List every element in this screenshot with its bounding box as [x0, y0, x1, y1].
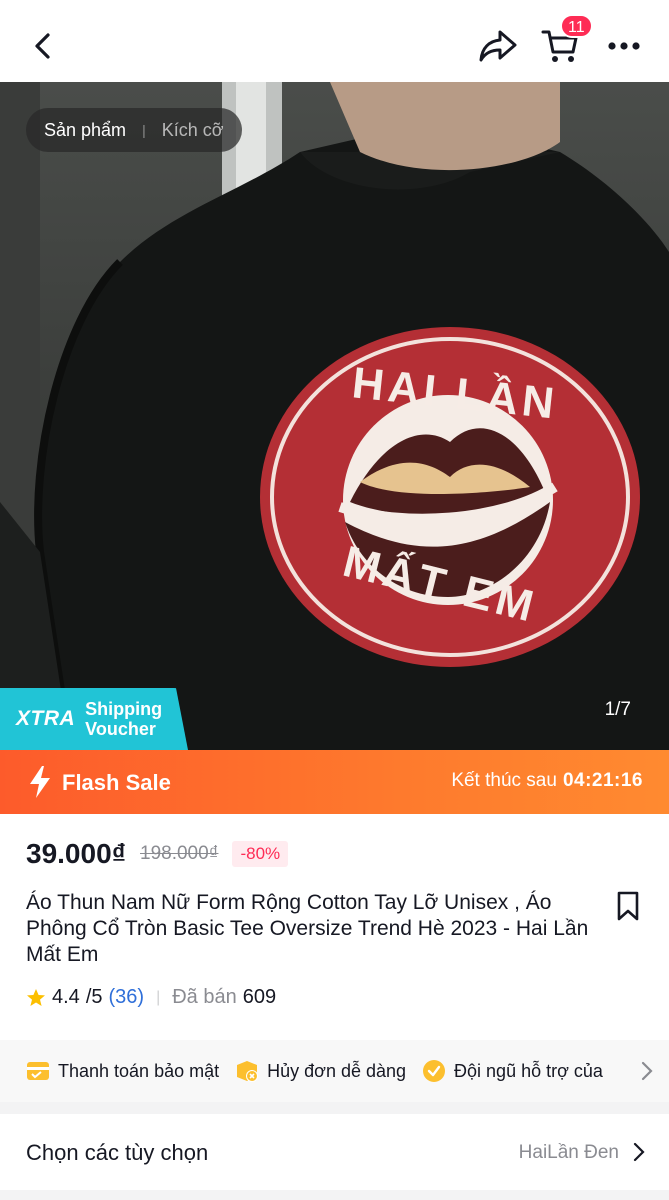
product-photo — [0, 82, 669, 750]
star-icon — [27, 988, 45, 1006]
lightning-icon — [30, 766, 50, 798]
original-price: 198.000₫ — [140, 843, 219, 864]
share-button[interactable] — [474, 22, 522, 70]
guarantee-secure-payment: Thanh toán bảo mật — [26, 1060, 219, 1082]
variant-selector-label: Chọn các tùy chọn — [26, 1140, 209, 1165]
product-title: Áo Thun Nam Nữ Form Rộng Cotton Tay Lỡ U… — [26, 891, 589, 966]
flash-sale-countdown: Kết thúc sau 04:21:16 — [451, 770, 643, 792]
xtra-logo: XTRA — [16, 707, 76, 730]
back-button[interactable] — [20, 22, 68, 70]
review-count[interactable]: (36) — [109, 986, 145, 1009]
image-counter: 1/7 — [604, 699, 631, 720]
share-icon — [479, 30, 517, 62]
more-icon — [608, 42, 640, 50]
variant-selector-row[interactable]: Chọn các tùy chọn HaiLần Đen — [0, 1114, 669, 1190]
cancel-box-icon — [237, 1061, 259, 1082]
xtra-line-2: Voucher — [85, 719, 156, 739]
section-divider — [0, 1102, 669, 1114]
xtra-shipping-voucher-badge: XTRA Shipping Voucher — [0, 688, 188, 750]
rating-divider: | — [156, 988, 161, 1006]
flash-sale-banner: Flash Sale Kết thúc sau 04:21:16 — [0, 750, 669, 814]
top-bar: 11 — [0, 0, 669, 82]
bookmark-icon[interactable] — [612, 890, 644, 922]
guarantee-label: Hủy đơn dễ dàng — [267, 1060, 407, 1081]
guarantee-label: Đội ngũ hỗ trợ của — [454, 1060, 603, 1081]
support-check-icon — [423, 1060, 446, 1082]
cart-button[interactable]: 11 — [536, 14, 593, 70]
cart-count-badge: 11 — [560, 14, 593, 38]
price-row: 39.000₫ 198.000₫ -80% — [26, 838, 289, 870]
guarantee-support: Đội ngũ hỗ trợ của — [422, 1059, 603, 1083]
rating-score: 4.4 — [52, 986, 80, 1008]
xtra-line-1: Shipping — [85, 699, 163, 719]
product-image-carousel[interactable]: HAI LẦN MẤT EM Sản phẩm | Kích cỡ 1/7 XT… — [0, 82, 669, 750]
more-button[interactable] — [600, 22, 648, 70]
tab-divider: | — [142, 122, 146, 138]
rating-scale: /5 — [85, 986, 103, 1008]
xtra-label: Shipping Voucher — [85, 699, 162, 739]
guarantee-strip[interactable]: Thanh toán bảo mật Hủy đơn dễ dàng Đội n… — [0, 1040, 669, 1102]
flash-sale-label: Flash Sale — [62, 770, 171, 795]
countdown-timer: 04:21:16 — [562, 770, 643, 791]
back-icon — [35, 33, 50, 59]
guarantee-easy-cancel: Hủy đơn dễ dàng — [235, 1059, 406, 1083]
section-divider — [0, 1190, 669, 1200]
sold-label: Đã bán — [172, 986, 237, 1008]
guarantee-more[interactable] — [625, 1040, 669, 1102]
sale-price: 39.000₫ — [26, 838, 127, 869]
chevron-right-icon — [641, 1061, 653, 1081]
image-tab-switcher: Sản phẩm | Kích cỡ — [26, 108, 242, 152]
sold-count: 609 — [242, 986, 277, 1008]
card-icon — [27, 1062, 49, 1080]
discount-badge: -80% — [232, 841, 289, 867]
guarantee-label: Thanh toán bảo mật — [58, 1060, 220, 1081]
tab-product[interactable]: Sản phẩm — [44, 120, 126, 141]
countdown-label: Kết thúc sau — [451, 770, 557, 791]
rating-row[interactable]: 4.4 /5 (36) | Đã bán 609 — [26, 986, 276, 1009]
chevron-right-icon — [633, 1142, 645, 1162]
tab-size[interactable]: Kích cỡ — [162, 120, 224, 141]
selected-variant: HaiLần Đen — [518, 1142, 619, 1163]
